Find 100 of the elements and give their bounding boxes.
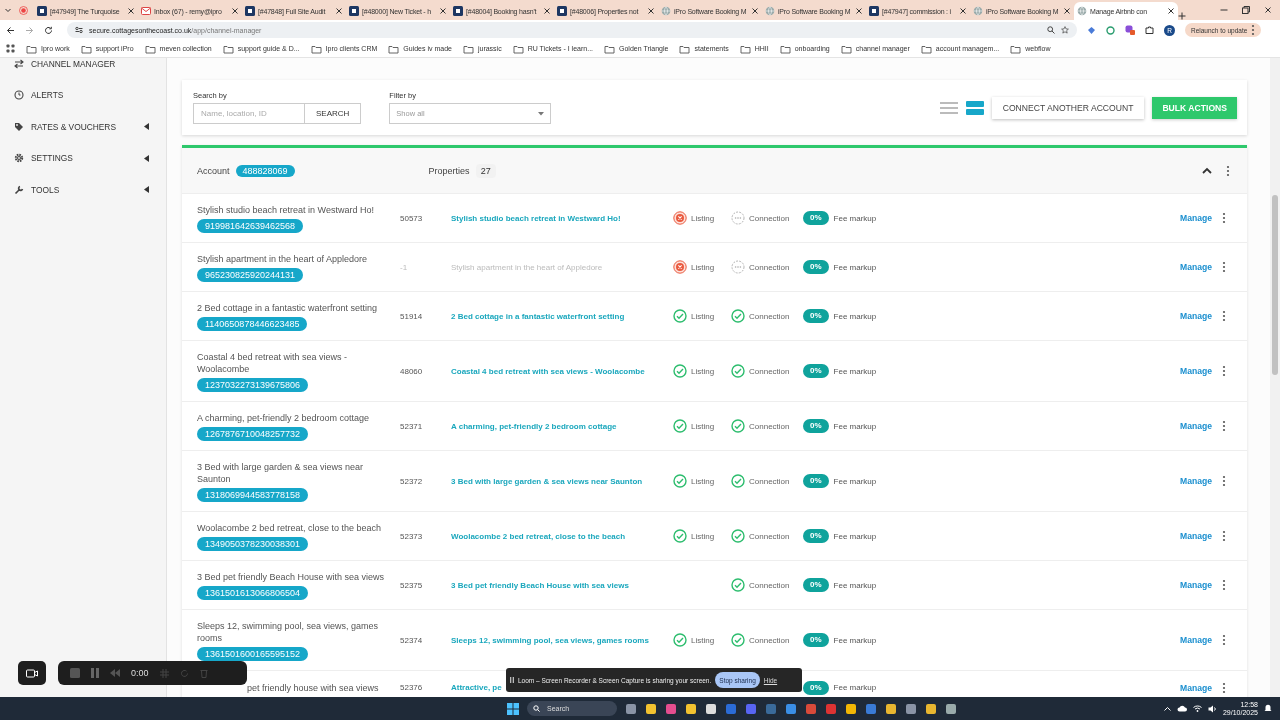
sidebar-item[interactable]: CHANNEL MANAGER xyxy=(0,58,166,80)
manage-link[interactable]: Manage xyxy=(1180,213,1212,223)
apps-icon[interactable] xyxy=(6,44,15,53)
close-icon[interactable] xyxy=(127,7,135,15)
app-icon[interactable] xyxy=(924,702,937,715)
manage-link[interactable]: Manage xyxy=(1180,580,1212,590)
account-label: Account xyxy=(197,165,230,176)
listing-id-badge: 1349050378230038301 xyxy=(197,536,309,551)
star-icon[interactable] xyxy=(1061,26,1069,34)
close-icon[interactable] xyxy=(439,7,447,15)
listing-status-label: Listing xyxy=(691,311,715,321)
close-icon[interactable] xyxy=(335,7,343,15)
manage-link[interactable]: Manage xyxy=(1180,476,1212,486)
listing-id-badge: 1267876710048257732 xyxy=(197,426,309,441)
sidebar-item[interactable]: SETTINGS xyxy=(0,142,166,174)
manage-link[interactable]: Manage xyxy=(1180,366,1212,376)
arrows-icon xyxy=(14,58,24,69)
close-icon[interactable] xyxy=(751,7,759,15)
app-icon[interactable] xyxy=(684,702,697,715)
pause-icon[interactable] xyxy=(510,677,514,683)
record-icon xyxy=(19,5,28,15)
listing-title: Woolacombe 2 bed retreat, close to the beach xyxy=(197,521,381,534)
camera-toggle[interactable] xyxy=(18,661,46,685)
restore-icon[interactable] xyxy=(1242,6,1250,14)
new-tab-icon[interactable] xyxy=(1178,12,1186,20)
connection-status-label: Connection xyxy=(749,580,790,590)
more-icon[interactable] xyxy=(1226,164,1230,177)
restart-icon[interactable] xyxy=(179,668,189,678)
back-icon[interactable] xyxy=(6,25,15,35)
minimize-icon[interactable] xyxy=(1220,6,1228,14)
close-icon[interactable] xyxy=(543,7,551,15)
bell-icon[interactable] xyxy=(1264,704,1272,713)
fee-badge: 0% xyxy=(803,633,829,647)
connection-status-label: Connection xyxy=(749,476,790,486)
more-icon[interactable] xyxy=(1222,634,1226,646)
query-field[interactable]: Name, location, ID xyxy=(193,103,305,124)
more-icon[interactable] xyxy=(1222,212,1226,224)
more-icon[interactable] xyxy=(1222,530,1226,542)
speaker-icon[interactable] xyxy=(1207,704,1217,713)
fee-label: Fee markup xyxy=(833,476,877,486)
reload-icon[interactable] xyxy=(44,25,53,35)
manage-link[interactable]: Manage xyxy=(1180,311,1212,321)
folder-icon xyxy=(26,43,37,54)
more-icon[interactable] xyxy=(1222,365,1226,377)
close-icon[interactable] xyxy=(1264,6,1272,14)
app-icon[interactable] xyxy=(904,702,917,715)
close-icon[interactable] xyxy=(959,7,967,15)
connection-status-label: Connection xyxy=(749,421,790,431)
search-button[interactable]: SEARCH xyxy=(305,103,362,124)
listing-status-label: Listing xyxy=(691,366,715,376)
close-icon[interactable] xyxy=(1063,7,1071,15)
more-icon[interactable] xyxy=(1222,310,1226,322)
app-icon[interactable] xyxy=(784,702,797,715)
card-view-icon[interactable] xyxy=(965,100,984,115)
more-icon[interactable] xyxy=(1222,681,1226,694)
chevron-up-icon[interactable] xyxy=(1202,167,1212,174)
app-icon[interactable] xyxy=(844,702,857,715)
listing-id-badge: 1361501600165595152 xyxy=(197,646,309,661)
app-icon[interactable] xyxy=(884,702,897,715)
sidebar-item[interactable]: RATES & VOUCHERS xyxy=(0,111,166,143)
favicon-icon xyxy=(141,6,151,16)
app-icon[interactable] xyxy=(944,702,957,715)
close-icon[interactable] xyxy=(231,7,239,15)
app-icon[interactable] xyxy=(644,702,657,715)
sidebar-item[interactable]: TOOLS xyxy=(0,174,166,206)
manage-link[interactable]: Manage xyxy=(1180,421,1212,431)
more-icon[interactable] xyxy=(1222,475,1226,487)
fee-badge: 0% xyxy=(803,364,829,378)
listing-title: Sleeps 12, swimming pool, sea views, games rooms xyxy=(197,619,380,644)
pause-icon[interactable] xyxy=(91,668,99,678)
app-icon[interactable] xyxy=(624,702,637,715)
manage-link[interactable]: Manage xyxy=(1180,262,1212,272)
more-icon xyxy=(1251,24,1256,36)
fee-badge: 0% xyxy=(803,529,829,543)
connection-status-label: Connection xyxy=(749,311,790,321)
cloud-icon[interactable] xyxy=(1176,705,1187,712)
more-icon[interactable] xyxy=(1222,579,1226,591)
property-id: 52371 xyxy=(400,421,424,431)
zoom-icon[interactable] xyxy=(1047,26,1055,34)
app-icon[interactable] xyxy=(704,702,717,715)
extension-icon[interactable] xyxy=(1125,25,1135,35)
manage-link[interactable]: Manage xyxy=(1180,635,1212,645)
connect-account-button[interactable]: CONNECT ANOTHER ACCOUNT xyxy=(991,96,1145,119)
sidebar-item[interactable]: ALERTS xyxy=(0,79,166,111)
windows-logo-icon[interactable] xyxy=(506,702,519,715)
fee-label: Fee markup xyxy=(833,213,877,223)
folder-icon xyxy=(310,43,322,54)
manage-link[interactable]: Manage xyxy=(1180,531,1212,541)
connection-status-label: Connection xyxy=(749,635,790,645)
scrollbar-thumb[interactable] xyxy=(1272,195,1278,375)
close-icon[interactable] xyxy=(1167,7,1175,15)
manage-link[interactable]: Manage xyxy=(1180,682,1212,693)
folder-icon xyxy=(739,43,751,54)
close-icon[interactable] xyxy=(647,7,655,15)
tab-list-icon[interactable] xyxy=(4,6,12,14)
more-icon[interactable] xyxy=(1222,420,1226,432)
site-info-icon[interactable] xyxy=(75,26,83,34)
wifi-icon[interactable] xyxy=(1192,705,1202,712)
more-icon[interactable] xyxy=(1222,261,1226,273)
close-icon[interactable] xyxy=(855,7,863,15)
